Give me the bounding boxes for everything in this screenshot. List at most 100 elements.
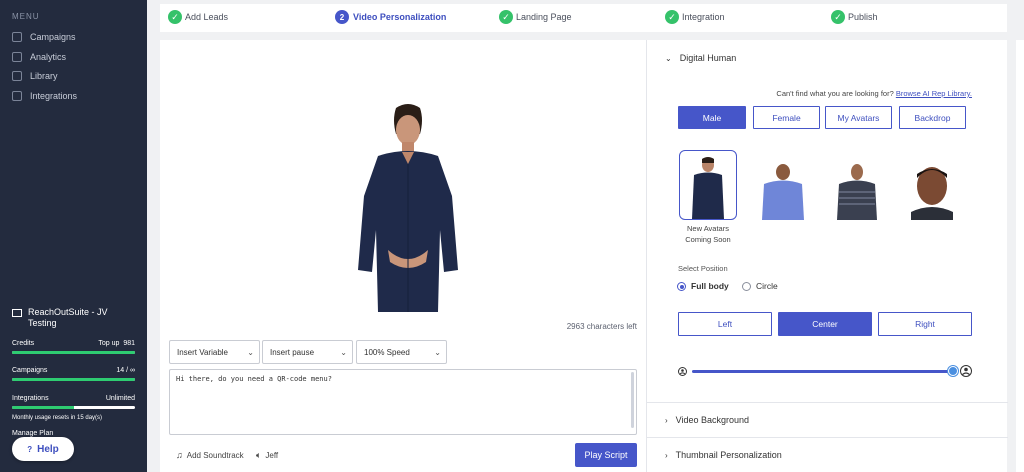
usage-note: Monthly usage resets in 15 day(s) [12, 415, 103, 421]
add-soundtrack-button[interactable]: ♫ Add Soundtrack [176, 450, 244, 460]
full-body-radio[interactable]: Full body [677, 281, 729, 291]
step-landing-page[interactable]: ✓ Landing Page [499, 10, 572, 24]
digital-human-header[interactable]: ⌄ Digital Human [665, 53, 736, 63]
step-label: Add Leads [185, 12, 229, 22]
sidebar-item-library[interactable]: Library [12, 68, 58, 84]
puzzle-icon [12, 91, 22, 101]
my-avatars-button[interactable]: My Avatars [825, 106, 892, 129]
avatar-caption: New Avatars Coming Soon [685, 224, 731, 244]
sidebar-item-label: Integrations [30, 91, 78, 101]
credits-label: Credits [12, 340, 35, 347]
sidebar-item-integrations[interactable]: Integrations [12, 88, 77, 104]
zoom-slider-track[interactable] [692, 370, 953, 373]
person-large-icon [960, 365, 972, 377]
progress-steps: ✓ Add Leads 2 Video Personalization ✓ La… [160, 4, 1007, 32]
chevron-right-icon: › [665, 415, 668, 425]
chevron-down-icon: ⌄ [434, 348, 441, 357]
person-small-icon [678, 367, 687, 376]
integrations-value: Unlimited [105, 395, 135, 402]
check-icon: ✓ [168, 10, 182, 24]
check-icon: ✓ [665, 10, 679, 24]
chevron-down-icon: ⌄ [247, 348, 254, 357]
insert-pause-select[interactable]: Insert pause ⌄ [262, 340, 353, 364]
avatar-thumbnail [692, 157, 724, 219]
avatar-option-1[interactable] [679, 150, 737, 220]
step-label: Publish [848, 12, 878, 22]
credits-value: 981 [123, 340, 135, 347]
account-name: ReachOutSuite - JV Testing [12, 307, 137, 329]
avatar-preview [358, 104, 458, 312]
cant-find-text: Can't find what you are looking for? Bro… [776, 89, 972, 98]
thumbnail-personalization-header[interactable]: › Thumbnail Personalization [665, 450, 782, 460]
step-number: 2 [335, 10, 349, 24]
divider [647, 437, 1008, 438]
sidebar-item-label: Library [30, 71, 58, 81]
video-background-header[interactable]: › Video Background [665, 415, 749, 425]
avatar-thumbnail [837, 164, 877, 220]
avatar-thumbnail [911, 167, 953, 220]
campaigns-value: 14 / ∞ [116, 367, 135, 374]
male-button[interactable]: Male [678, 106, 746, 129]
topup-link[interactable]: Top up [98, 340, 119, 347]
female-button[interactable]: Female [753, 106, 820, 129]
credits-stat: Credits Top up 981 [12, 340, 135, 354]
sidebar-item-label: Campaigns [30, 32, 76, 42]
mail-icon [12, 309, 22, 317]
music-note-icon: ♫ [176, 450, 183, 460]
question-icon: ? [27, 444, 33, 454]
voice-selector[interactable]: 🔈︎ Jeff [256, 450, 278, 461]
book-icon [12, 71, 22, 81]
step-video-personalization[interactable]: 2 Video Personalization [335, 10, 446, 24]
circle-radio[interactable]: Circle [742, 281, 778, 291]
divider [647, 402, 1008, 403]
help-label: Help [37, 443, 59, 455]
browse-library-link[interactable]: Browse AI Rep Library. [896, 89, 972, 98]
integrations-bar [12, 406, 135, 409]
scrollbar[interactable] [631, 372, 634, 428]
chart-icon [12, 52, 22, 62]
help-button[interactable]: ? Help [12, 437, 74, 461]
script-textarea[interactable]: Hi there, do you need a QR-code menu? [169, 369, 637, 435]
step-label: Video Personalization [353, 12, 447, 22]
backdrop-button[interactable]: Backdrop [899, 106, 966, 129]
position-right-button[interactable]: Right [878, 312, 972, 336]
step-publish[interactable]: ✓ Publish [831, 10, 878, 24]
chevron-down-icon: ⌄ [340, 348, 347, 357]
campaigns-bar [12, 378, 135, 381]
radio-dot [742, 281, 751, 291]
position-title: Select Position [678, 264, 728, 273]
sidebar-item-analytics[interactable]: Analytics [12, 49, 66, 65]
settings-panel: ⌄ Digital Human Can't find what you are … [646, 40, 1008, 472]
speaker-icon: 🔈︎ [256, 450, 262, 460]
avatar-option-4[interactable] [903, 150, 961, 220]
check-icon: ✓ [499, 10, 513, 24]
chevron-down-icon: ⌄ [665, 53, 672, 63]
radio-dot [677, 281, 686, 291]
video-preview-panel: 2963 characters left Insert Variable ⌄ I… [160, 40, 646, 472]
credits-bar [12, 351, 135, 354]
position-left-button[interactable]: Left [678, 312, 772, 336]
insert-variable-select[interactable]: Insert Variable ⌄ [169, 340, 260, 364]
speed-select[interactable]: 100% Speed ⌄ [356, 340, 447, 364]
position-center-button[interactable]: Center [778, 312, 872, 336]
sidebar-item-label: Analytics [30, 52, 67, 62]
avatar-option-3[interactable] [828, 150, 886, 220]
page-edge [1016, 40, 1024, 472]
step-add-leads[interactable]: ✓ Add Leads [168, 10, 228, 24]
integrations-stat: Integrations Unlimited [12, 395, 135, 409]
sidebar-item-campaigns[interactable]: Campaigns [12, 29, 76, 45]
menu-title: MENU [12, 12, 40, 21]
sidebar: MENU Campaigns Analytics Library Integra… [0, 0, 147, 472]
play-script-button[interactable]: Play Script [575, 443, 637, 467]
zoom-slider-knob[interactable] [948, 366, 958, 376]
campaigns-label: Campaigns [12, 367, 48, 374]
manage-plan-link[interactable]: Manage Plan [12, 430, 53, 437]
integrations-label: Integrations [12, 395, 49, 402]
campaigns-stat: Campaigns 14 / ∞ [12, 367, 135, 381]
avatar-option-2[interactable] [754, 150, 812, 220]
step-label: Landing Page [516, 12, 572, 22]
grid-icon [12, 32, 22, 42]
step-label: Integration [682, 12, 725, 22]
step-integration[interactable]: ✓ Integration [665, 10, 725, 24]
check-icon: ✓ [831, 10, 845, 24]
